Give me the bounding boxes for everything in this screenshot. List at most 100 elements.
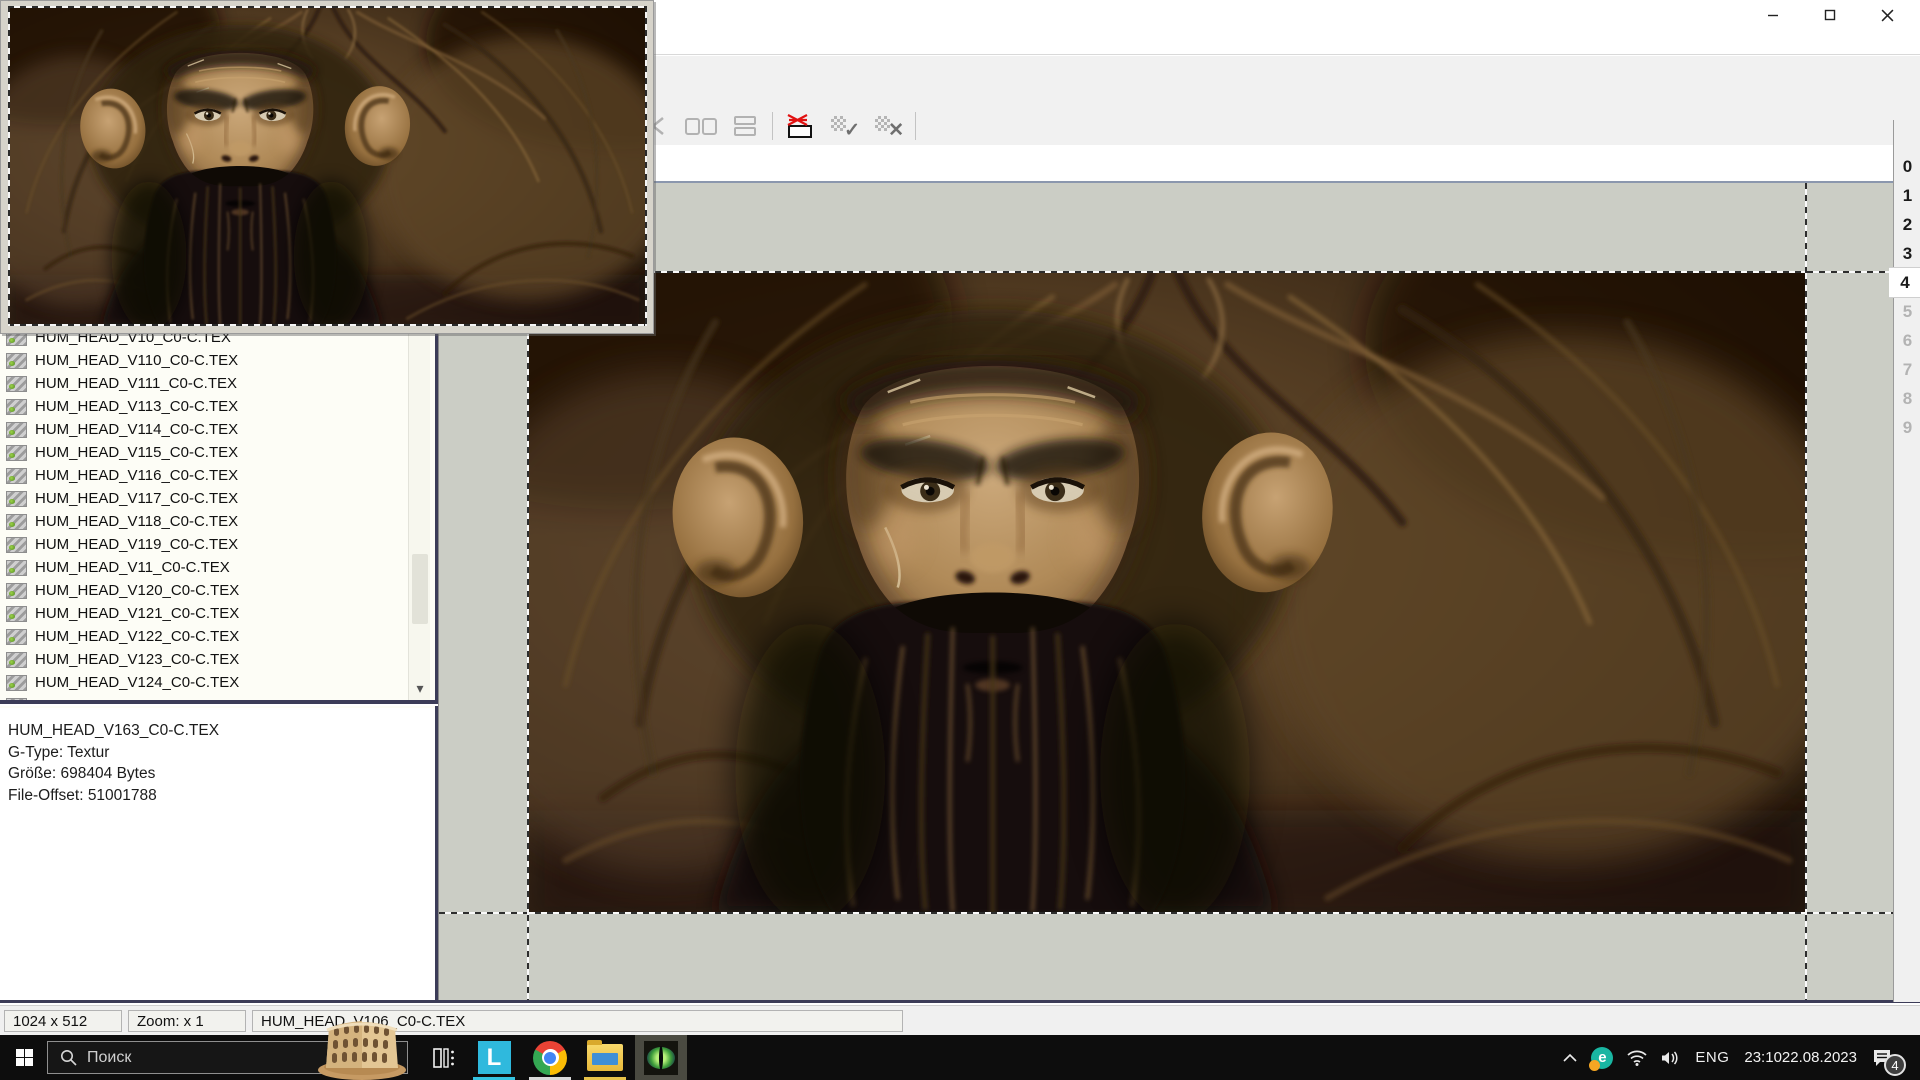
toolbar-button-discard[interactable]: ✕ (871, 111, 905, 141)
file-name-label: HUM_HEAD_V122_C0-C.TEX (35, 628, 239, 645)
toolbar-separator (772, 112, 773, 140)
minimize-icon (1767, 9, 1779, 21)
status-zoom: Zoom: x 1 (128, 1010, 246, 1032)
texture-file-icon (6, 537, 27, 553)
file-name-label: HUM_HEAD_V118_C0-C.TEX (35, 513, 238, 530)
file-list-item[interactable]: HUM_HEAD_V118_C0-C.TEX (0, 510, 408, 533)
thumbnail-pair-icon (734, 116, 756, 136)
speaker-icon (1661, 1050, 1681, 1066)
texture-eye-dot (9, 384, 15, 389)
mip-level-label: 1 (1903, 186, 1912, 206)
texture-eye-dot (9, 568, 15, 573)
toolbar-button-apply[interactable]: ✓ (827, 111, 861, 141)
screen: ✓ ✕ HUM_HEAD_V10_C0-C.TEX HUM_HEAD_V110_ (0, 0, 1920, 1080)
mip-level-label: 7 (1903, 360, 1912, 380)
check-icon: ✓ (844, 121, 860, 140)
page-icon (702, 118, 717, 135)
selection-guide-bottom (439, 912, 1893, 914)
close-icon (1881, 9, 1894, 22)
file-name-label: HUM_HEAD_V121_C0-C.TEX (35, 605, 239, 622)
file-name-label: HUM_HEAD_V120_C0-C.TEX (35, 582, 239, 599)
file-list-item[interactable]: HUM_HEAD_V120_C0-C.TEX (0, 579, 408, 602)
mip-level-button[interactable]: 0 (1894, 152, 1920, 181)
tray-volume[interactable] (1661, 1050, 1681, 1066)
system-tray: e ENG 23:10 22.08.2023 (1556, 1035, 1920, 1080)
taskbar-app-l[interactable]: L (468, 1035, 520, 1080)
tray-wifi[interactable] (1627, 1050, 1647, 1066)
texture-eye-dot (9, 683, 15, 688)
file-list-item[interactable]: HUM_HEAD_V122_C0-C.TEX (0, 625, 408, 648)
taskbar-app-explorer[interactable] (579, 1035, 631, 1080)
mip-level-button[interactable]: 8 (1894, 384, 1920, 413)
file-name-label: HUM_HEAD_V123_C0-C.TEX (35, 651, 239, 668)
texture-file-icon (6, 652, 27, 668)
texture-image (528, 272, 1807, 913)
mip-level-label: 5 (1903, 302, 1912, 322)
scrollbar-down-arrow[interactable]: ▾ (409, 678, 431, 698)
texture-file-icon (6, 445, 27, 461)
file-list-item[interactable]: HUM_HEAD_V124_C0-C.TEX (0, 671, 408, 694)
file-list-item[interactable]: HUM_HEAD_V115_C0-C.TEX (0, 441, 408, 464)
status-dimensions: 1024 x 512 (4, 1010, 122, 1032)
file-list-item[interactable]: HUM_HEAD_V123_C0-C.TEX (0, 648, 408, 671)
colosseum-app-icon[interactable] (314, 1012, 410, 1080)
texture-eye-dot (9, 637, 15, 642)
preview-window[interactable] (0, 0, 654, 334)
taskbar: Поиск L (0, 1035, 1920, 1080)
taskbar-app-chrome[interactable] (524, 1035, 576, 1080)
toolbar-button-thumbnails[interactable] (728, 111, 762, 141)
maximize-button[interactable] (1807, 0, 1853, 30)
close-button[interactable] (1864, 0, 1910, 30)
clock[interactable]: 23:10 22.08.2023 (1744, 1050, 1857, 1066)
texture-file-icon (6, 629, 27, 645)
file-list-item[interactable]: HUM_HEAD_V113_C0-C.TEX (0, 395, 408, 418)
texture-canvas (438, 183, 1893, 1002)
texture-eye-dot (9, 499, 15, 504)
task-view-button[interactable] (418, 1035, 470, 1080)
file-list-scrollbar[interactable]: ▾ (408, 326, 430, 700)
file-list: HUM_HEAD_V10_C0-C.TEX HUM_HEAD_V110_C0-C… (0, 326, 408, 700)
taskbar-app-texture-viewer-active[interactable] (635, 1035, 687, 1080)
tray-chevron-up[interactable] (1563, 1053, 1577, 1062)
file-name-label: HUM_HEAD_V119_C0-C.TEX (35, 536, 238, 553)
start-button[interactable] (0, 1035, 48, 1080)
cross-icon: ✕ (888, 121, 904, 140)
scrollbar-thumb[interactable] (412, 554, 428, 624)
texture-eye-dot (9, 591, 15, 596)
file-list-item[interactable]: HUM_HEAD_V111_C0-C.TEX (0, 372, 408, 395)
toolbar-button-export-image[interactable] (783, 111, 817, 141)
file-list-item[interactable]: HUM_HEAD_V117_C0-C.TEX (0, 487, 408, 510)
tray-eset[interactable]: e (1591, 1047, 1613, 1069)
mip-level-label: 6 (1903, 331, 1912, 351)
file-list-item[interactable]: HUM_HEAD_V114_C0-C.TEX (0, 418, 408, 441)
texture-viewer-eye-icon (644, 1041, 678, 1075)
texture-eye-dot (9, 407, 15, 412)
mip-level-label: 0 (1903, 157, 1912, 177)
file-list-item[interactable]: HUM_HEAD_V110_C0-C.TEX (0, 349, 408, 372)
mip-level-button[interactable]: 2 (1894, 210, 1920, 239)
maximize-icon (1824, 9, 1836, 21)
file-list-item[interactable]: HUM_HEAD_V119_C0-C.TEX (0, 533, 408, 556)
file-name-label: HUM_HEAD_V111_C0-C.TEX (35, 375, 237, 392)
texture-file-icon (6, 560, 27, 576)
info-size: Größe: 698404 Bytes (8, 763, 435, 785)
mip-level-button[interactable]: 5 (1894, 297, 1920, 326)
mip-level-button[interactable]: 3 (1894, 239, 1920, 268)
texture-file-icon (6, 514, 27, 530)
file-explorer-icon (587, 1044, 623, 1071)
mip-level-button[interactable]: 9 (1894, 413, 1920, 442)
mip-level-button[interactable]: 7 (1894, 355, 1920, 384)
toolbar-button-compare[interactable] (684, 111, 718, 141)
mip-level-button[interactable]: 6 (1894, 326, 1920, 355)
file-list-item[interactable]: HUM_HEAD_V11_C0-C.TEX (0, 556, 408, 579)
file-name-label: HUM_HEAD_V124_C0-C.TEX (35, 674, 239, 691)
file-list-item[interactable]: HUM_HEAD_V121_C0-C.TEX (0, 602, 408, 625)
texture-eye-dot (9, 545, 15, 550)
file-list-item[interactable]: HUM_HEAD_V116_C0-C.TEX (0, 464, 408, 487)
panel-divider (0, 700, 438, 706)
mip-level-button[interactable]: 4 (1889, 268, 1920, 297)
language-indicator[interactable]: ENG (1695, 1049, 1729, 1066)
texture-file-icon (6, 376, 27, 392)
mip-level-button[interactable]: 1 (1894, 181, 1920, 210)
minimize-button[interactable] (1750, 0, 1796, 30)
